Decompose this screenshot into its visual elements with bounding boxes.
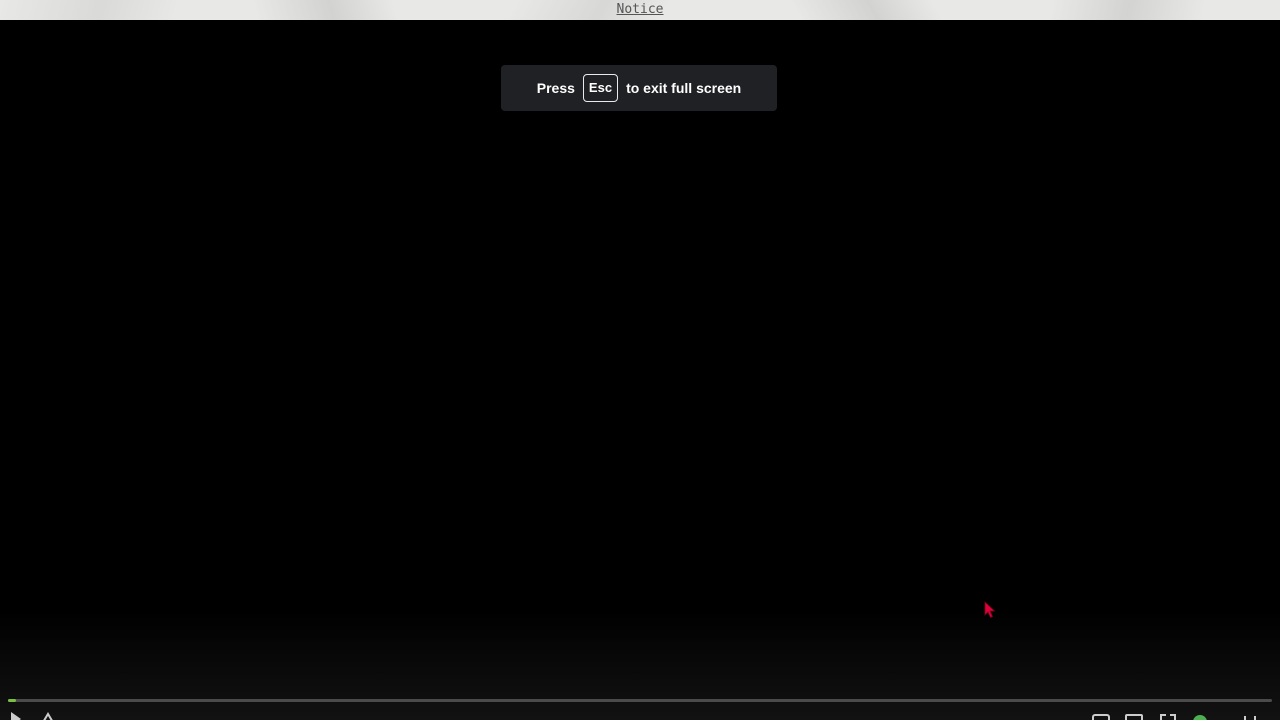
mouse-cursor-icon	[984, 601, 996, 623]
toast-suffix-text: to exit full screen	[626, 80, 742, 96]
progress-bar-fill	[8, 699, 16, 702]
toast-press-text: Press	[536, 80, 575, 96]
settings-icon	[1125, 712, 1143, 720]
progress-bar[interactable]	[8, 699, 1272, 702]
skip-button[interactable]	[40, 712, 56, 720]
fullscreen-video-page: Notice Press Esc to exit full screen	[0, 0, 1280, 720]
subtitles-button[interactable]	[1092, 712, 1110, 720]
fullscreen-exit-toast: Press Esc to exit full screen	[501, 65, 777, 111]
chromecast-icon	[1192, 712, 1208, 720]
fullscreen-icon	[1160, 712, 1176, 720]
fullscreen-button[interactable]	[1160, 712, 1176, 720]
subtitles-icon	[1092, 712, 1110, 720]
settings-button[interactable]	[1125, 712, 1143, 720]
player-controls-overlay	[0, 610, 1280, 720]
play-button[interactable]	[10, 712, 22, 720]
play-icon	[10, 712, 22, 720]
chromecast-button[interactable]	[1192, 712, 1208, 720]
esc-key-badge: Esc	[582, 74, 619, 102]
notice-link[interactable]: Notice	[0, 2, 1280, 18]
skip-icon	[40, 712, 56, 720]
more-button[interactable]	[1242, 712, 1260, 720]
top-banner: Notice	[0, 0, 1280, 20]
more-icon	[1242, 712, 1260, 720]
